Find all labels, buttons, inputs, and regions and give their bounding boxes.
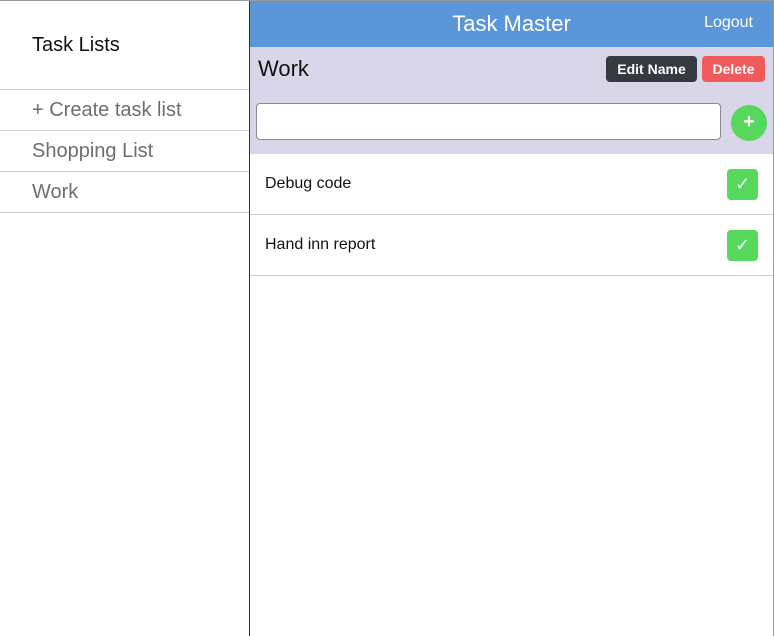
sidebar: Task Lists + Create task list Shopping L…	[0, 1, 250, 636]
task-list-nav: + Create task list Shopping List Work	[0, 89, 249, 213]
task-item: Debug code ✓	[250, 154, 773, 215]
app-title: Task Master	[452, 11, 571, 36]
app-header: Task Master Logout	[250, 1, 773, 47]
list-name: Work	[258, 56, 309, 81]
sidebar-item-shopping-list[interactable]: Shopping List	[0, 131, 249, 172]
task-text: Debug code	[265, 175, 352, 192]
check-icon: ✓	[734, 235, 751, 255]
check-icon: ✓	[734, 174, 751, 194]
sidebar-title: Task Lists	[32, 34, 120, 56]
new-task-input[interactable]	[256, 103, 721, 140]
sidebar-item-create-task-list[interactable]: + Create task list	[0, 90, 249, 131]
edit-name-button[interactable]: Edit Name	[606, 56, 697, 82]
main-content: Task Master Logout Work Edit Name Delete…	[250, 1, 773, 636]
plus-icon: +	[743, 111, 755, 133]
delete-list-button[interactable]: Delete	[702, 56, 765, 82]
complete-task-button[interactable]: ✓	[727, 169, 758, 200]
complete-task-button[interactable]: ✓	[727, 230, 758, 261]
task-item: Hand inn report ✓	[250, 215, 773, 276]
task-list: Debug code ✓ Hand inn report ✓	[250, 154, 773, 276]
sidebar-item-work[interactable]: Work	[0, 172, 249, 213]
task-text: Hand inn report	[265, 236, 376, 253]
logout-link[interactable]: Logout	[704, 14, 753, 32]
add-task-button[interactable]: +	[731, 105, 767, 141]
app-window: Task Lists + Create task list Shopping L…	[0, 0, 774, 636]
list-panel: Work Edit Name Delete +	[250, 47, 773, 154]
